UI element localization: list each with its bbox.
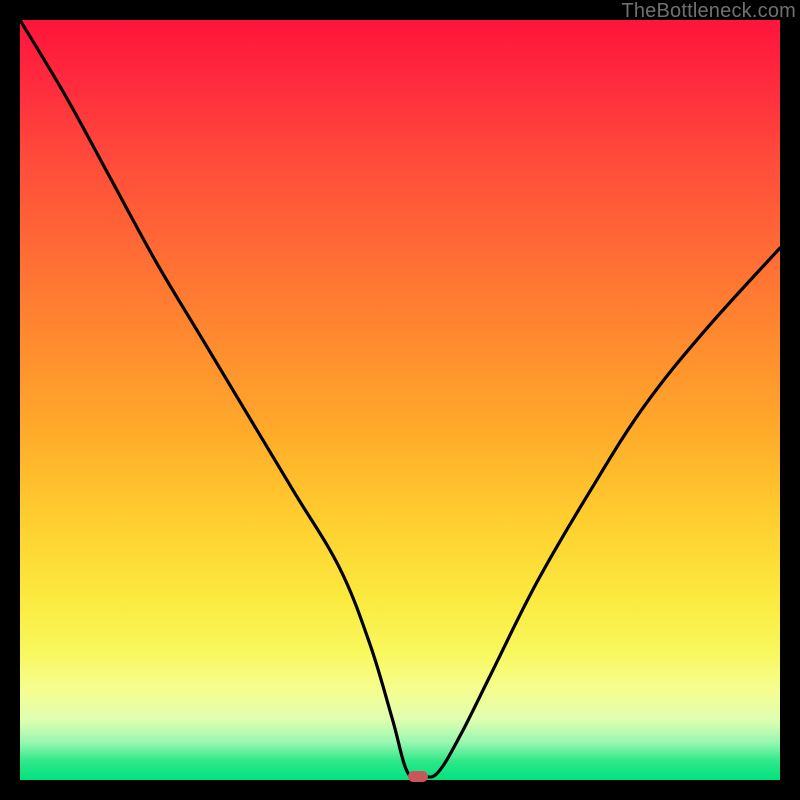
gradient-background xyxy=(20,20,780,780)
optimum-marker xyxy=(408,771,428,782)
plot-area xyxy=(20,20,780,780)
chart-container: TheBottleneck.com xyxy=(0,0,800,800)
